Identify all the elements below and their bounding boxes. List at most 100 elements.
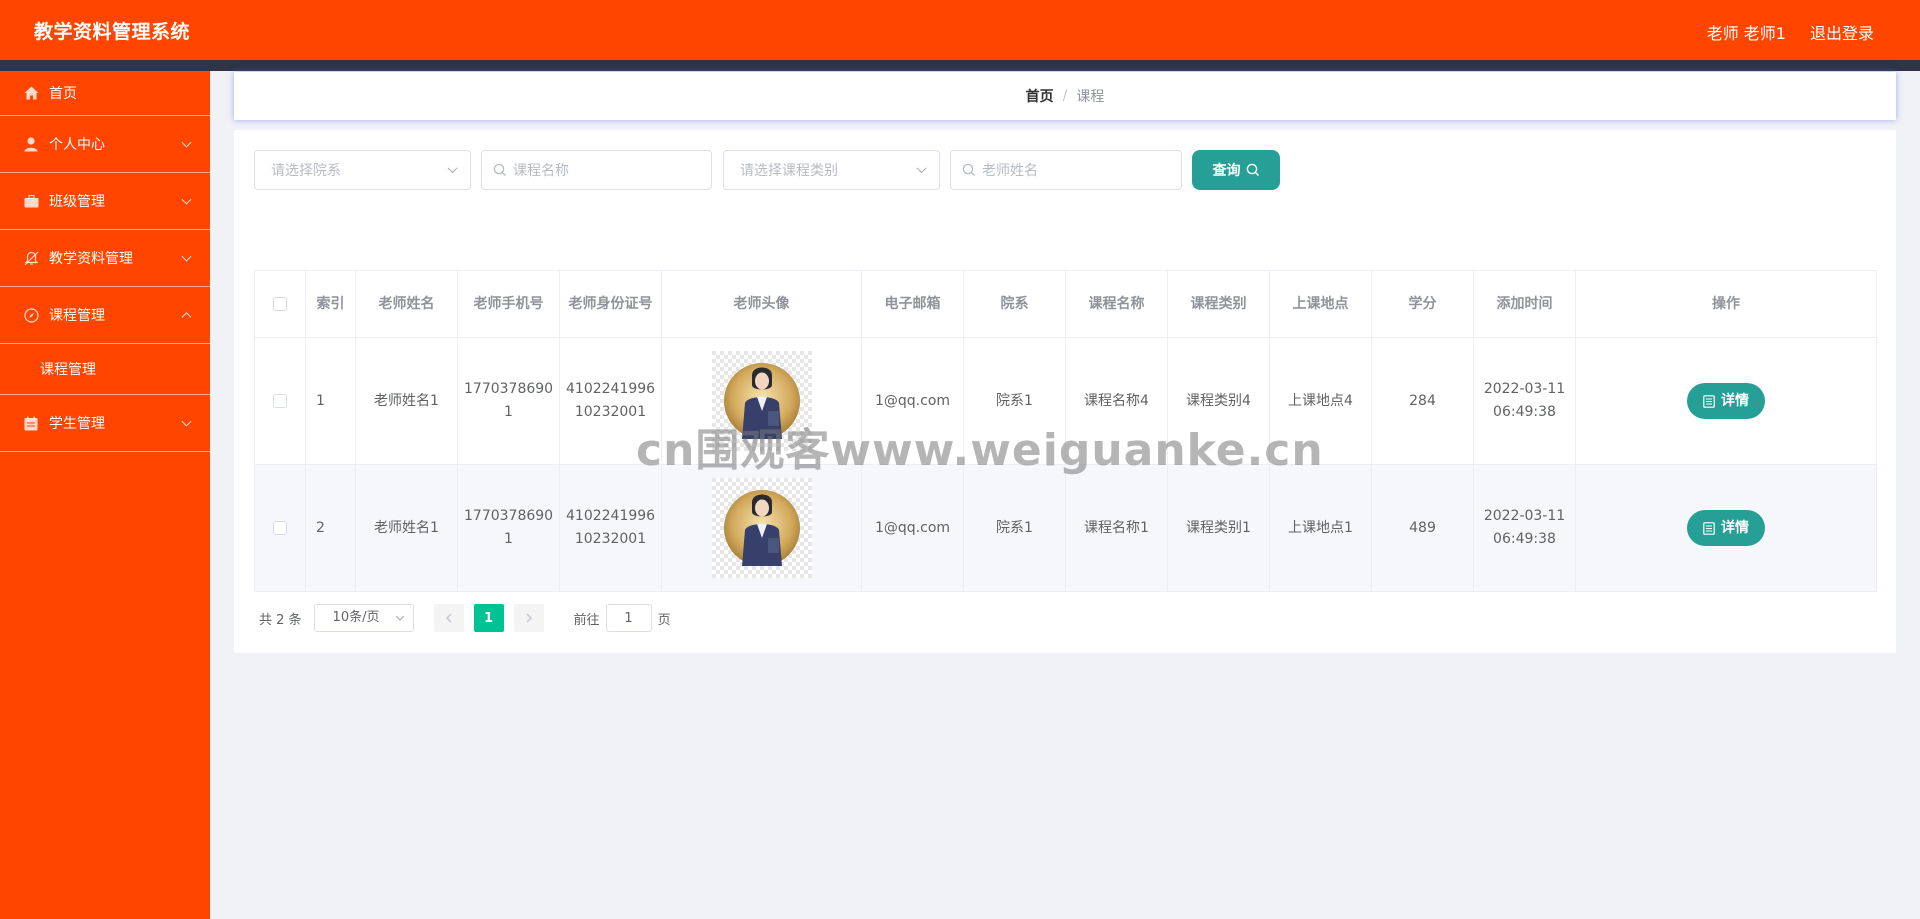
detail-button-label: 详情 — [1721, 519, 1749, 536]
logout-link[interactable]: 退出登录 — [1810, 20, 1874, 44]
sidebar-item-label: 首页 — [49, 86, 77, 102]
cell-phone: 1770378690 1 — [457, 464, 560, 592]
sidebar-item-label: 个人中心 — [49, 137, 105, 153]
sidebar-item-profile[interactable]: 个人中心 — [0, 116, 210, 173]
id-line: 10232001 — [574, 531, 647, 547]
pagination: 共 2 条 10条/页 1 前往 1 页 — [259, 604, 671, 632]
row-select-cell — [254, 337, 306, 465]
prev-page-button[interactable] — [433, 604, 464, 632]
course-name-input[interactable]: 课程名称 — [481, 150, 712, 190]
sidebar: 首页 个人中心 班级管理 教学资料管理 课程管理 课程管理 学生管理 — [0, 71, 210, 919]
detail-button-label: 详情 — [1721, 392, 1749, 409]
compass-icon — [23, 307, 39, 323]
course-table: 索引 老师姓名 老师手机号 老师身份证号 老师头像 电子邮箱 院系 课程名称 课… — [254, 270, 1877, 592]
chevron-left-icon — [445, 613, 452, 623]
time-line: 06:49:38 — [1493, 404, 1556, 420]
table-row: 1 老师姓名1 1770378690 1 4102241996 10232001 — [254, 337, 1877, 465]
goto-page-input[interactable]: 1 — [605, 604, 652, 632]
sidebar-item-courses[interactable]: 课程管理 — [0, 287, 210, 344]
column-header: 老师手机号 — [457, 270, 560, 338]
sidebar-item-materials[interactable]: 教学资料管理 — [0, 230, 210, 287]
chevron-down-icon — [181, 416, 192, 427]
breadcrumb-home[interactable]: 首页 — [1026, 86, 1054, 106]
page-number-button[interactable]: 1 — [473, 604, 504, 632]
column-header: 课程类别 — [1167, 270, 1270, 338]
document-icon — [1703, 521, 1715, 535]
next-page-button[interactable] — [513, 604, 544, 632]
cell-credits: 284 — [1371, 337, 1474, 465]
chevron-down-icon — [181, 251, 192, 262]
row-checkbox[interactable] — [273, 520, 287, 535]
column-header: 上课地点 — [1269, 270, 1372, 338]
cell-id-number: 4102241996 10232001 — [559, 337, 662, 465]
teacher-avatar — [711, 351, 812, 451]
goto-label: 前往 — [573, 612, 600, 628]
select-all-checkbox[interactable] — [273, 297, 287, 311]
cell-location: 上课地点4 — [1269, 337, 1372, 465]
query-button-label: 查询 — [1212, 163, 1241, 179]
column-header: 电子邮箱 — [861, 270, 964, 338]
id-line: 4102241996 — [566, 508, 656, 524]
column-header: 学分 — [1371, 270, 1474, 338]
search-icon — [962, 163, 975, 176]
column-header: 课程名称 — [1065, 270, 1168, 338]
chevron-down-icon — [395, 612, 404, 621]
pagination-total: 共 2 条 — [259, 612, 302, 628]
cell-department: 院系1 — [963, 337, 1066, 465]
chevron-down-icon — [916, 163, 927, 174]
detail-button[interactable]: 详情 — [1687, 510, 1765, 546]
course-type-select[interactable]: 请选择课程类别 — [723, 150, 940, 190]
table-header-row: 索引 老师姓名 老师手机号 老师身份证号 老师头像 电子邮箱 院系 课程名称 课… — [254, 270, 1877, 338]
time-line: 06:49:38 — [1493, 531, 1556, 547]
cell-id-number: 4102241996 10232001 — [559, 464, 662, 592]
chevron-down-icon — [447, 163, 458, 174]
row-checkbox[interactable] — [273, 393, 287, 408]
select-all-cell — [254, 270, 306, 338]
sidebar-item-home[interactable]: 首页 — [0, 71, 210, 116]
breadcrumb-current: 课程 — [1076, 89, 1105, 105]
sidebar-item-students[interactable]: 学生管理 — [0, 395, 210, 452]
query-button[interactable]: 查询 — [1192, 150, 1280, 190]
column-header: 索引 — [305, 270, 356, 338]
cell-phone: 1770378690 1 — [457, 337, 560, 465]
teacher-name-placeholder: 老师姓名 — [982, 163, 1038, 179]
course-type-select-placeholder: 请选择课程类别 — [740, 163, 838, 179]
app-title: 教学资料管理系统 — [34, 21, 191, 43]
department-select-placeholder: 请选择院系 — [271, 163, 341, 179]
chevron-up-icon — [181, 312, 192, 323]
teacher-avatar — [711, 478, 812, 578]
department-select[interactable]: 请选择院系 — [254, 150, 471, 190]
sidebar-subitem-course-management[interactable]: 课程管理 — [0, 344, 210, 395]
column-header: 老师姓名 — [355, 270, 458, 338]
cell-actions: 详情 — [1575, 337, 1877, 465]
detail-button[interactable]: 详情 — [1687, 383, 1765, 419]
chevron-right-icon — [526, 613, 532, 623]
sidebar-item-label: 班级管理 — [49, 194, 105, 210]
cell-index: 1 — [305, 337, 356, 465]
cell-actions: 详情 — [1575, 464, 1877, 592]
breadcrumb: 首页 / 课程 — [234, 72, 1896, 120]
chevron-down-icon — [181, 137, 192, 148]
page-size-select[interactable]: 10条/页 — [313, 604, 414, 632]
cell-department: 院系1 — [963, 464, 1066, 592]
cell-added-time: 2022-03-11 06:49:38 — [1473, 337, 1576, 465]
cell-credits: 489 — [1371, 464, 1474, 592]
sidebar-item-classes[interactable]: 班级管理 — [0, 173, 210, 230]
cell-avatar — [661, 464, 862, 592]
sidebar-item-label: 课程管理 — [49, 308, 105, 324]
user-icon — [23, 136, 39, 152]
phone-line: 1770378690 — [464, 508, 554, 524]
column-header: 老师身份证号 — [559, 270, 662, 338]
date-line: 2022-03-11 — [1483, 508, 1566, 524]
search-icon — [1246, 163, 1259, 176]
teacher-name-input[interactable]: 老师姓名 — [950, 150, 1182, 190]
phone-line: 1 — [504, 531, 513, 547]
cell-email: 1@qq.com — [861, 464, 964, 592]
header-divider — [0, 60, 1920, 71]
document-icon — [1703, 394, 1715, 408]
row-select-cell — [254, 464, 306, 592]
current-user: 老师 老师1 — [1706, 24, 1786, 43]
calendar-icon — [23, 415, 39, 431]
cell-course-name: 课程名称1 — [1065, 464, 1168, 592]
column-header: 院系 — [963, 270, 1066, 338]
